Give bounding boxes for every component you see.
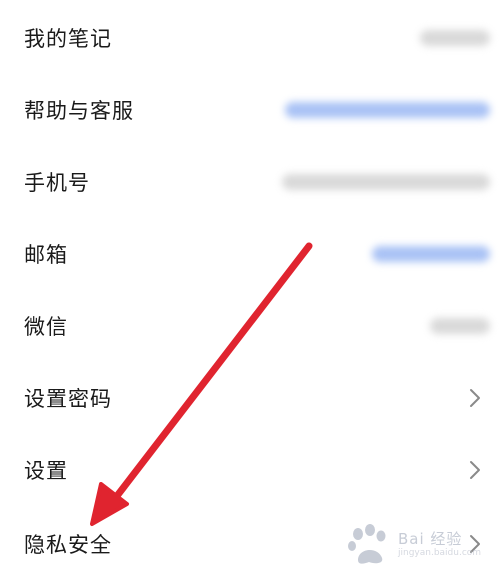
baidu-paw-logo — [348, 524, 386, 564]
settings-item-label: 设置 — [24, 459, 68, 483]
settings-item-set-password[interactable]: 设置密码 — [0, 362, 500, 434]
settings-item-label: 我的笔记 — [24, 27, 112, 51]
settings-item-email[interactable]: 邮箱 — [0, 218, 500, 290]
settings-item-help-support[interactable]: 帮助与客服 — [0, 74, 500, 146]
settings-screen: 我的笔记 帮助与客服 手机号 邮箱 微信 设置密码 设置 隐私安全 Bai 经验… — [0, 0, 500, 572]
blurred-value — [285, 102, 490, 118]
chevron-right-icon — [470, 461, 480, 479]
settings-item-label: 帮助与客服 — [24, 99, 134, 123]
settings-item-label: 设置密码 — [24, 387, 112, 411]
watermark-url: jingyan.baidu.com — [398, 548, 482, 558]
blurred-value — [372, 246, 490, 262]
blurred-value — [420, 30, 490, 46]
blurred-value — [282, 174, 490, 190]
settings-item-label: 隐私安全 — [24, 533, 112, 557]
settings-item-label: 微信 — [24, 315, 68, 339]
settings-item-label: 手机号 — [24, 171, 90, 195]
settings-item-phone[interactable]: 手机号 — [0, 146, 500, 218]
settings-item-my-notes[interactable]: 我的笔记 — [0, 2, 500, 74]
baidu-watermark: Bai 经验 jingyan.baidu.com — [342, 522, 492, 566]
settings-item-label: 邮箱 — [24, 243, 68, 267]
settings-item-settings[interactable]: 设置 — [0, 434, 500, 506]
chevron-right-icon — [470, 389, 480, 407]
blurred-value — [430, 318, 490, 334]
watermark-text: Bai 经验 — [398, 530, 463, 548]
settings-item-wechat[interactable]: 微信 — [0, 290, 500, 362]
